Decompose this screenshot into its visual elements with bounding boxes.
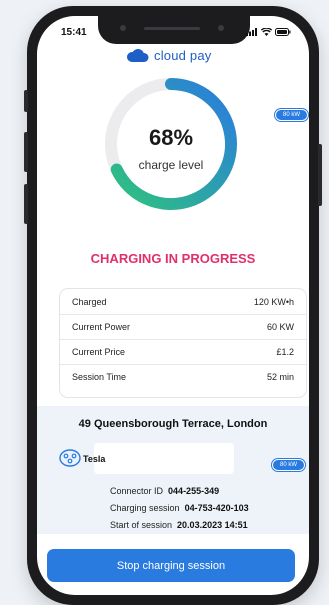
brand-logo: cloud pay [125, 48, 211, 63]
stat-label: Session Time [72, 372, 127, 382]
stat-label: Current Price [72, 347, 126, 357]
vehicle-name: Tesla [83, 454, 106, 464]
signal-icon [246, 28, 257, 36]
stat-row-current-price: Current Price £1.2 [60, 339, 306, 364]
stat-value: 60 KW [266, 322, 294, 332]
stat-row-session-time: Session Time 52 min [60, 364, 306, 389]
detail-label: Start of session [110, 520, 173, 530]
connector-id-row: Connector ID 044-255-349 [110, 486, 219, 496]
detail-label: Connector ID [110, 486, 164, 496]
notch [98, 16, 250, 44]
volume-down-button [24, 184, 28, 224]
station-address: 49 Queensborough Terrace, London [78, 418, 268, 430]
detail-value: 044-255-349 [168, 486, 220, 496]
stat-label: Charged [72, 296, 107, 307]
power-badge: 80 kW [275, 109, 309, 121]
sensor-dot [218, 25, 224, 31]
charge-label: charge level [138, 158, 204, 172]
status-time: 15:41 [61, 27, 87, 38]
detail-label: Charging session [110, 503, 180, 513]
vehicle-card[interactable] [94, 443, 234, 474]
speaker-grille [144, 27, 200, 30]
session-stats-card: Charged 120 KW•h Current Power 60 KW Cur… [59, 288, 307, 398]
app-screen: 15:41 cloud pay 68% charge level 80 kW C… [37, 16, 309, 595]
charging-session-row: Charging session 04-753-420-103 [110, 503, 249, 513]
stat-value: 52 min [266, 372, 294, 382]
camera-dot [120, 25, 126, 31]
stat-value: £1.2 [276, 347, 294, 357]
vehicle-power-badge: 80 kW [272, 459, 306, 471]
stat-row-charged: Charged 120 KW•h [60, 289, 306, 314]
stat-label: Current Power [72, 322, 131, 332]
brand-name: cloud pay [154, 48, 212, 63]
cloud-icon [127, 48, 149, 62]
connector-plug-icon [59, 449, 81, 467]
stat-row-current-power: Current Power 60 KW [60, 314, 306, 339]
session-start-row: Start of session 20.03.2023 14:51 [110, 520, 248, 530]
stop-charging-button[interactable]: Stop charging session [47, 549, 295, 582]
station-info-panel: 49 Queensborough Terrace, London Tesla 8… [37, 406, 309, 534]
charging-status-title: CHARGING IN PROGRESS [90, 251, 256, 266]
power-button [318, 144, 322, 206]
battery-icon [275, 28, 291, 36]
wifi-icon [261, 28, 272, 36]
volume-up-button [24, 132, 28, 172]
status-icons [246, 28, 291, 36]
phone-frame: 15:41 cloud pay 68% charge level 80 kW C… [24, 6, 322, 605]
detail-value: 04-753-420-103 [184, 503, 249, 513]
charge-percent: 68% [148, 125, 194, 150]
stat-value: 120 KW•h [253, 296, 294, 307]
detail-value: 20.03.2023 14:51 [177, 520, 248, 530]
mute-switch [24, 90, 28, 112]
